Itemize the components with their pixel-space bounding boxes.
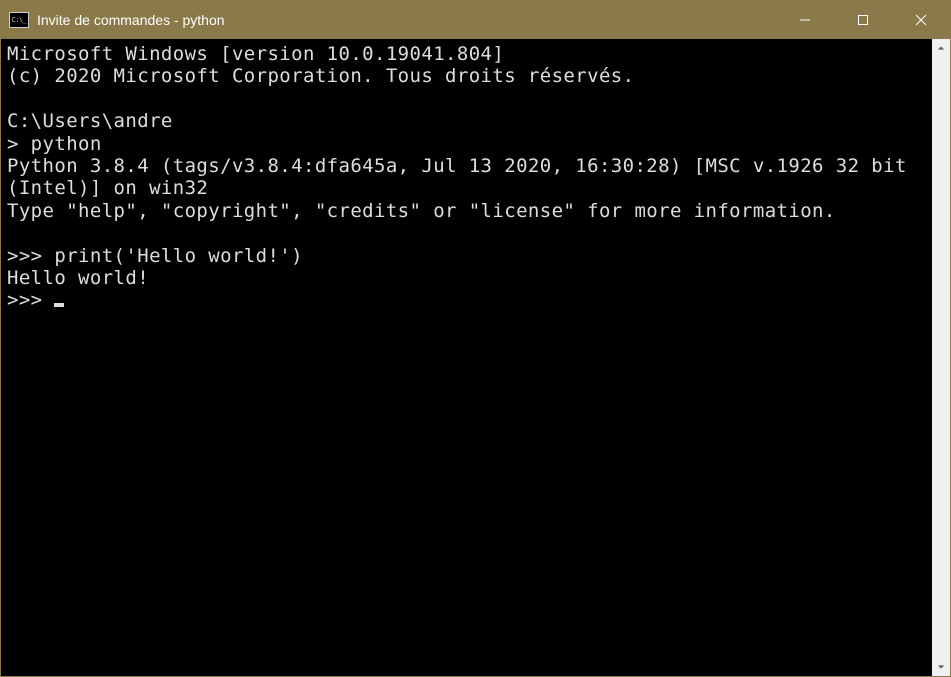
terminal-body: Microsoft Windows [version 10.0.19041.80… (1, 39, 950, 676)
terminal-line: Microsoft Windows [version 10.0.19041.80… (7, 43, 926, 65)
terminal-line: Python 3.8.4 (tags/v3.8.4:dfa645a, Jul 1… (7, 155, 926, 200)
command-prompt-window: Invite de commandes - python Microsoft W… (0, 0, 951, 677)
scroll-up-button[interactable] (932, 39, 950, 57)
terminal-line: C:\Users\andre (7, 110, 926, 132)
chevron-down-icon (937, 663, 945, 671)
cursor (54, 303, 64, 307)
terminal-line: >>> print('Hello world!') (7, 245, 926, 267)
terminal-line (7, 88, 926, 110)
terminal-line: Type "help", "copyright", "credits" or "… (7, 200, 926, 222)
maximize-button[interactable] (834, 1, 892, 39)
chevron-up-icon (937, 44, 945, 52)
cmd-icon (9, 12, 29, 28)
minimize-icon (799, 14, 811, 26)
close-icon (915, 14, 927, 26)
terminal-line (7, 222, 926, 244)
terminal-line: (c) 2020 Microsoft Corporation. Tous dro… (7, 65, 926, 87)
terminal-line: >>> (7, 289, 926, 311)
scroll-track[interactable] (932, 57, 950, 658)
close-button[interactable] (892, 1, 950, 39)
minimize-button[interactable] (776, 1, 834, 39)
terminal-output[interactable]: Microsoft Windows [version 10.0.19041.80… (1, 39, 932, 676)
terminal-line: Hello world! (7, 267, 926, 289)
window-title: Invite de commandes - python (37, 12, 776, 28)
scroll-down-button[interactable] (932, 658, 950, 676)
window-titlebar[interactable]: Invite de commandes - python (1, 1, 950, 39)
terminal-line: > python (7, 133, 926, 155)
vertical-scrollbar[interactable] (932, 39, 950, 676)
window-controls (776, 1, 950, 39)
maximize-icon (857, 14, 869, 26)
